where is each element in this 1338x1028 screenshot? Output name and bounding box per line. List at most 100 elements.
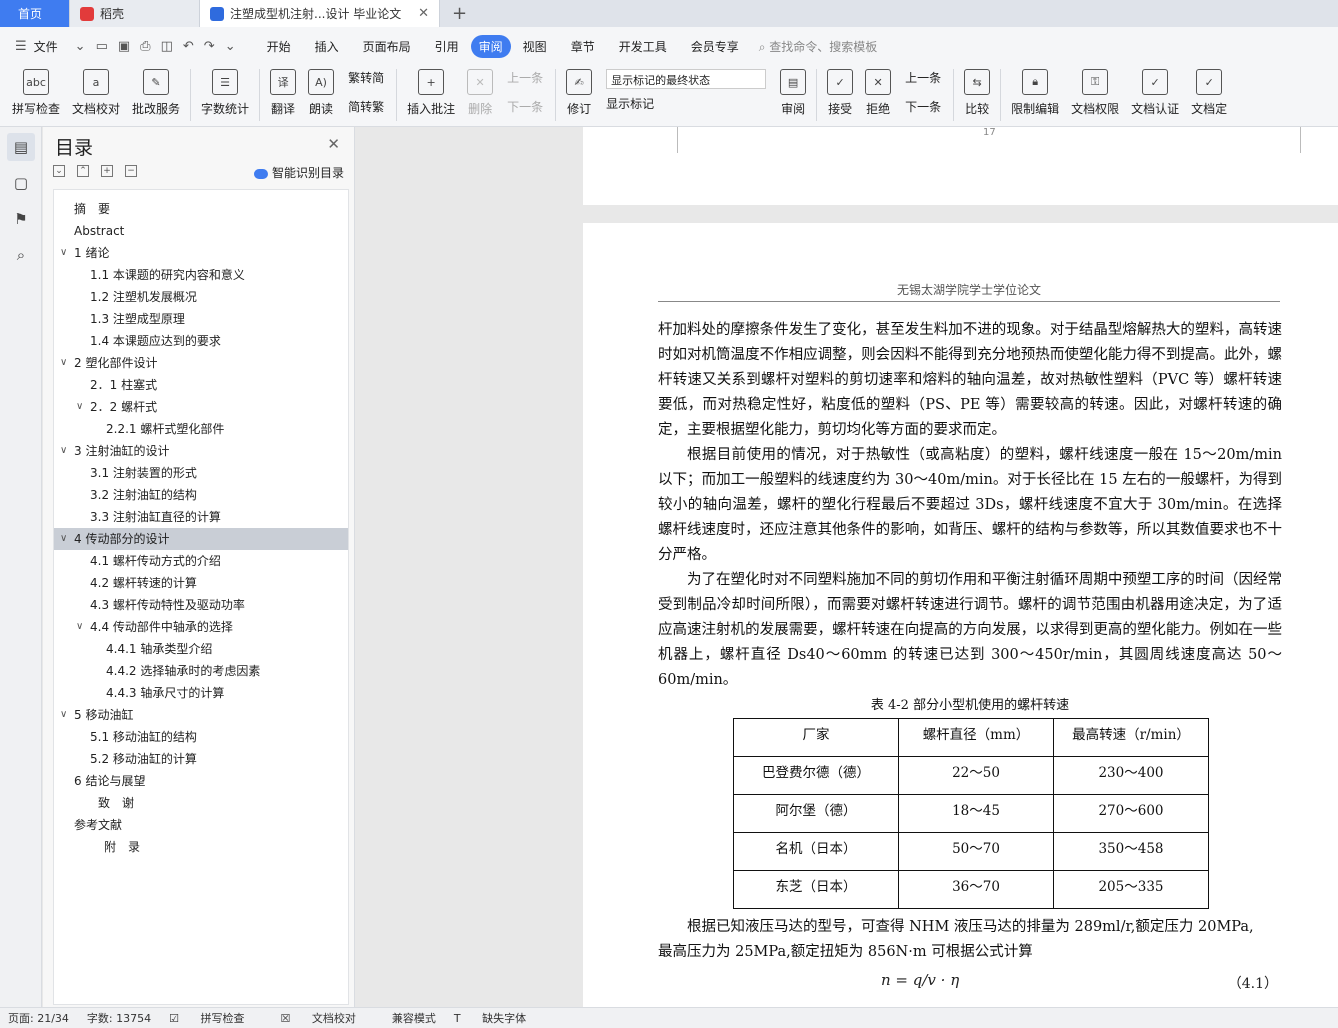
- table-cell[interactable]: 巴登费尔德（德）: [733, 756, 899, 795]
- toc-item[interactable]: Abstract: [54, 220, 348, 242]
- command-search[interactable]: ⌕ 查找命令、搜索模板: [759, 38, 878, 55]
- paragraph[interactable]: 杆加料处的摩擦条件发生了变化，甚至发生料加不进的现象。对于结晶型熔解热大的塑料，…: [658, 318, 1282, 443]
- print-preview-icon[interactable]: ◫: [156, 39, 178, 54]
- menu-view[interactable]: 视图: [511, 38, 559, 55]
- menu-developer[interactable]: 开发工具: [607, 38, 679, 55]
- equation[interactable]: n = q/v · η: [881, 971, 959, 989]
- doc-permission-button[interactable]: ⚿ 文档权限: [1071, 69, 1119, 117]
- toc-item[interactable]: 4.4.3 轴承尺寸的计算: [54, 682, 348, 704]
- page-indicator[interactable]: 页面: 21/34: [8, 1010, 69, 1026]
- chevron-down-icon[interactable]: ∨: [60, 704, 67, 726]
- doc-proof-button[interactable]: a 文档校对: [72, 69, 120, 117]
- toc-item[interactable]: ∨ 5 移动油缸: [54, 704, 348, 726]
- toc-item[interactable]: 1.3 注塑成型原理: [54, 308, 348, 330]
- insert-comment-button[interactable]: + 插入批注: [407, 69, 455, 117]
- chevron-down-icon[interactable]: ∨: [60, 242, 67, 264]
- reject-button[interactable]: ✕ 拒绝: [865, 69, 892, 117]
- prev-comment-button[interactable]: 上一条: [507, 69, 543, 86]
- toc-item[interactable]: 摘 要: [54, 198, 348, 220]
- track-changes-button[interactable]: ✍ 修订: [566, 69, 593, 117]
- doc-cert-button[interactable]: ✓ 文档认证: [1131, 69, 1179, 117]
- toc-item[interactable]: 1.1 本课题的研究内容和意义: [54, 264, 348, 286]
- table-cell[interactable]: 18～45: [898, 794, 1054, 833]
- prev-change-button[interactable]: 上一条: [905, 69, 941, 86]
- menu-section[interactable]: 章节: [559, 38, 607, 55]
- redo-icon[interactable]: ↷: [199, 39, 220, 54]
- markup-state-select[interactable]: 显示标记的最终状态: [606, 69, 767, 89]
- toc-item[interactable]: 4.3 螺杆传动特性及驱动功率: [54, 594, 348, 616]
- paragraph[interactable]: 根据目前使用的情况，对于热敏性（或高粘度）的塑料，螺杆线速度一般在 15～20m…: [658, 443, 1282, 568]
- chevron-down-icon[interactable]: ⌄: [70, 39, 91, 54]
- remove-item-icon[interactable]: −: [125, 165, 137, 177]
- table-cell[interactable]: 205～335: [1053, 870, 1209, 909]
- customize-toolbar-icon[interactable]: ⌄: [220, 39, 241, 54]
- table-cell[interactable]: 270～600: [1053, 794, 1209, 833]
- read-aloud-button[interactable]: A) 朗读: [308, 69, 335, 117]
- table-cell[interactable]: 阿尔堡（德）: [733, 794, 899, 833]
- toc-item[interactable]: ∨ 3 注射油缸的设计: [54, 440, 348, 462]
- table-cell[interactable]: 230～400: [1053, 756, 1209, 795]
- toc-item[interactable]: 4.4.1 轴承类型介绍: [54, 638, 348, 660]
- toc-item[interactable]: ∨ 2．2 螺杆式: [54, 396, 348, 418]
- toc-item[interactable]: 2.2.1 螺杆式塑化部件: [54, 418, 348, 440]
- show-markup-button[interactable]: 显示标记: [606, 95, 766, 112]
- search-icon[interactable]: ⌕: [7, 241, 35, 269]
- collapse-all-icon[interactable]: ⌄: [53, 165, 65, 177]
- table-header-cell[interactable]: 螺杆直径（mm）: [898, 718, 1054, 757]
- chevron-down-icon[interactable]: ∨: [76, 396, 83, 418]
- expand-all-icon[interactable]: ⌃: [77, 165, 89, 177]
- hamburger-icon[interactable]: ☰: [10, 39, 32, 54]
- table-header-cell[interactable]: 最高转速（r/min）: [1053, 718, 1209, 757]
- toc-item[interactable]: ∨ 4.4 传动部件中轴承的选择: [54, 616, 348, 638]
- menu-review[interactable]: 审阅: [470, 34, 511, 58]
- table-cell[interactable]: 50～70: [898, 832, 1054, 871]
- tab-document[interactable]: 注塑成型机注射...设计 毕业论文 ✕: [200, 0, 440, 27]
- toc-item[interactable]: ∨ 1 绪论: [54, 242, 348, 264]
- next-change-button[interactable]: 下一条: [905, 98, 941, 115]
- smart-toc-button[interactable]: 智能识别目录: [253, 164, 344, 181]
- toc-item[interactable]: 6 结论与展望: [54, 770, 348, 792]
- compare-button[interactable]: ⇆ 比较: [964, 69, 991, 117]
- new-tab-button[interactable]: +: [440, 0, 479, 27]
- close-icon[interactable]: ✕: [327, 135, 340, 153]
- table-cell[interactable]: 350～458: [1053, 832, 1209, 871]
- tab-daoke[interactable]: 稻壳: [70, 0, 200, 27]
- undo-icon[interactable]: ↶: [178, 39, 199, 54]
- save-icon[interactable]: ▭: [91, 39, 113, 54]
- to-traditional-button[interactable]: 繁转简: [348, 69, 384, 86]
- toc-item[interactable]: 4.2 螺杆转速的计算: [54, 572, 348, 594]
- review-pane-button[interactable]: ▤ 审阅: [780, 69, 807, 117]
- word-count-button[interactable]: ☰ 字数统计: [201, 69, 249, 117]
- toc-item[interactable]: 5.2 移动油缸的计算: [54, 748, 348, 770]
- export-pdf-icon[interactable]: ▣: [113, 39, 135, 54]
- toc-item[interactable]: ∨ 2 塑化部件设计: [54, 352, 348, 374]
- tab-home[interactable]: 首页: [0, 0, 70, 27]
- bookmark-icon[interactable]: ⚑: [7, 205, 35, 233]
- translate-button[interactable]: 译翻译: [270, 69, 297, 117]
- toc-item[interactable]: 2．1 柱塞式: [54, 374, 348, 396]
- doc-more-button[interactable]: ✓ 文档定: [1191, 69, 1227, 117]
- table-cell[interactable]: 东芝（日本）: [733, 870, 899, 909]
- toc-item[interactable]: 致 谢: [54, 792, 348, 814]
- word-count-indicator[interactable]: 字数: 13754: [87, 1010, 151, 1026]
- next-comment-button[interactable]: 下一条: [507, 98, 543, 115]
- table-cell[interactable]: 36～70: [898, 870, 1054, 909]
- document-canvas[interactable]: 17 无锡太湖学院学士学位论文 杆加料处的摩擦条件发生了变化，甚至发生料加不进的…: [356, 127, 1338, 1007]
- chevron-down-icon[interactable]: ∨: [60, 352, 67, 374]
- toc-item[interactable]: 1.2 注塑机发展概况: [54, 286, 348, 308]
- accept-button[interactable]: ✓ 接受: [827, 69, 854, 117]
- toc-item[interactable]: 3.1 注射装置的形式: [54, 462, 348, 484]
- toc-item[interactable]: 1.4 本课题应达到的要求: [54, 330, 348, 352]
- delete-comment-button[interactable]: ✕ 删除: [467, 69, 494, 117]
- menu-file[interactable]: 文件: [32, 38, 70, 55]
- table-cell[interactable]: 22～50: [898, 756, 1054, 795]
- menu-insert[interactable]: 插入: [303, 38, 351, 55]
- menu-page-layout[interactable]: 页面布局: [351, 38, 423, 55]
- table-header-cell[interactable]: 厂家: [733, 718, 899, 757]
- toc-item[interactable]: 3.3 注射油缸直径的计算: [54, 506, 348, 528]
- toc-item[interactable]: 4.1 螺杆传动方式的介绍: [54, 550, 348, 572]
- proof-toggle[interactable]: ☒ 文档校对: [280, 1010, 373, 1026]
- toc-item[interactable]: 参考文献: [54, 814, 348, 836]
- menu-member[interactable]: 会员专享: [679, 38, 751, 55]
- toc-pane-icon[interactable]: ▤: [7, 133, 35, 161]
